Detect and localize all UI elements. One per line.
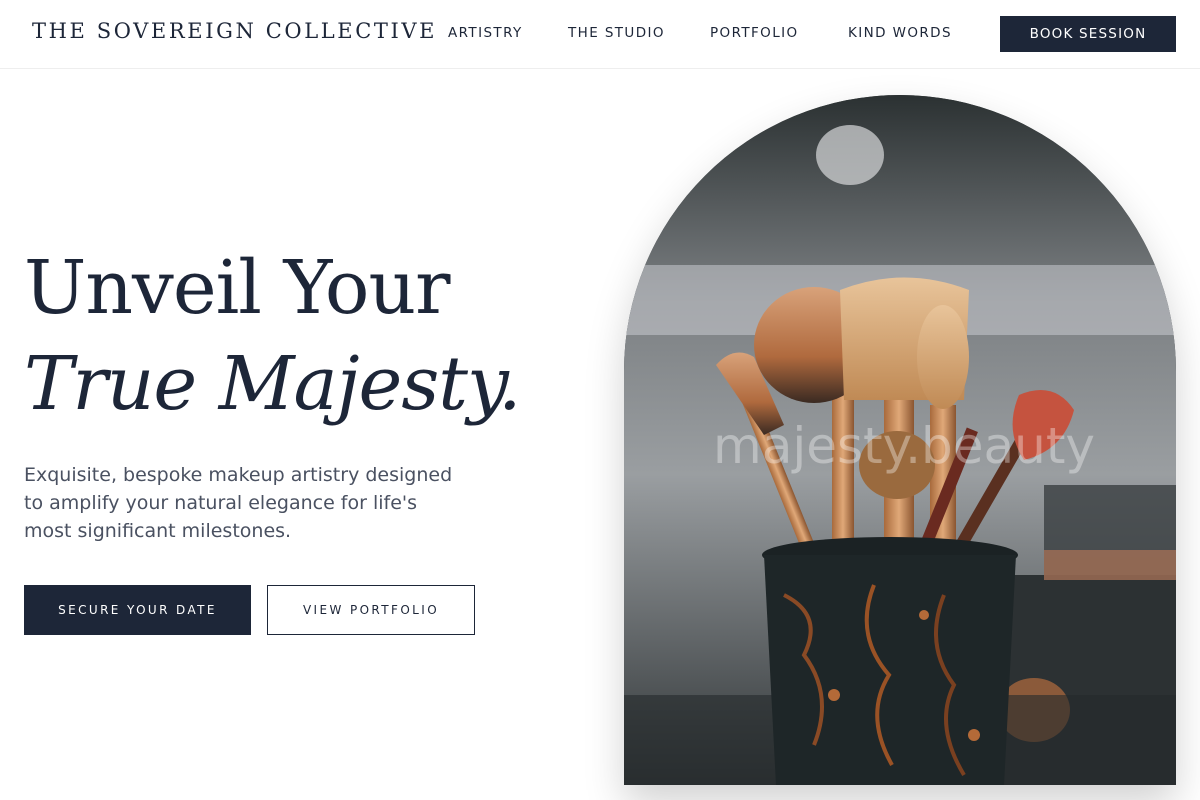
- book-session-button[interactable]: BOOK SESSION: [1000, 16, 1176, 52]
- hero-title-line1: Unveil Your: [24, 245, 450, 331]
- secure-your-date-button[interactable]: SECURE YOUR DATE: [24, 585, 251, 635]
- view-portfolio-button[interactable]: VIEW PORTFOLIO: [267, 585, 475, 635]
- hero-title-line2: True Majesty.: [24, 341, 522, 427]
- nav-link-the-studio[interactable]: THE STUDIO: [568, 25, 665, 41]
- nav-link-portfolio[interactable]: PORTFOLIO: [710, 25, 799, 41]
- hero-title: Unveil Your True Majesty.: [24, 240, 522, 432]
- brush-holder: [762, 537, 1018, 785]
- nav-link-artistry[interactable]: ARTISTRY: [448, 25, 523, 41]
- image-watermark: majesty.beauty: [712, 417, 1096, 475]
- nav-link-kind-words[interactable]: KIND WORDS: [848, 25, 952, 41]
- brand-logo[interactable]: THE SOVEREIGN COLLECTIVE: [32, 19, 437, 43]
- site-header: THE SOVEREIGN COLLECTIVE ARTISTRY THE ST…: [0, 0, 1200, 69]
- hero-image: majesty.beauty: [624, 95, 1176, 785]
- hero-subtitle: Exquisite, bespoke makeup artistry desig…: [24, 464, 453, 542]
